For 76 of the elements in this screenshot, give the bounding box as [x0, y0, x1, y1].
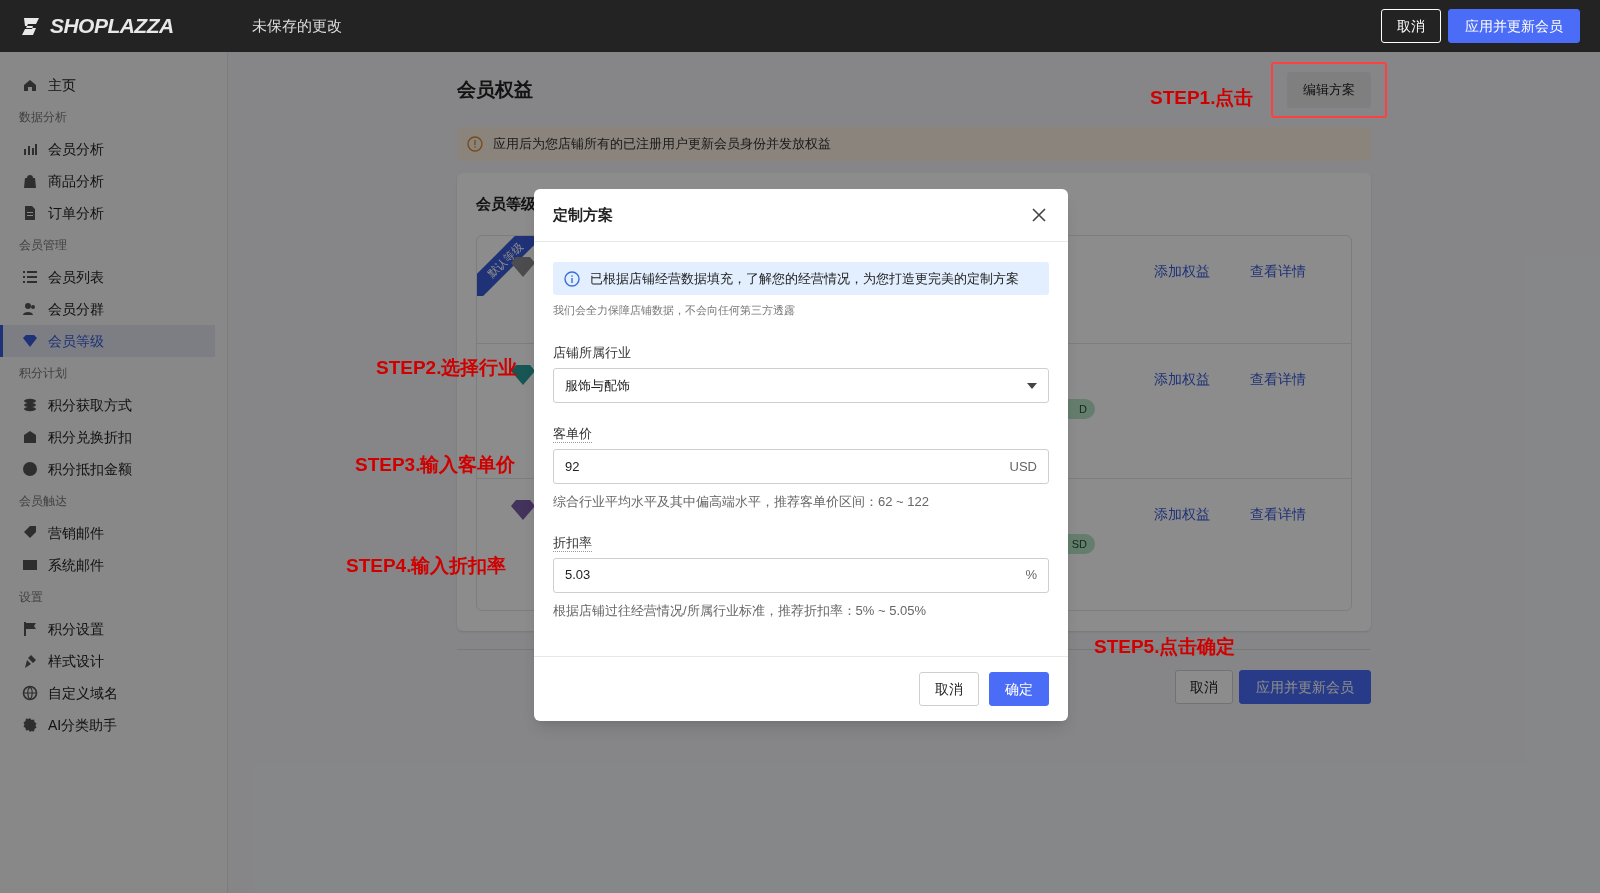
step-annotation: STEP3.输入客单价 — [355, 453, 516, 477]
section-heading: 会员管理 — [18, 237, 68, 254]
caret-icon — [1027, 382, 1037, 389]
privacy-note: 我们会全力保障店铺数据，不会向任何第三方透露 — [553, 303, 796, 318]
input-field[interactable]: 5.03 % — [553, 557, 1049, 593]
cancel-button[interactable]: 取消 — [1381, 9, 1441, 43]
sidebar-item[interactable]: 积分兑换折扣 — [0, 421, 215, 453]
edit-plan-button[interactable]: 编辑方案 — [1287, 72, 1371, 108]
sidebar-item[interactable]: AI分类助手 — [0, 709, 215, 741]
settings-icon — [22, 717, 38, 733]
bar-chart-icon — [22, 141, 38, 157]
info-text: 已根据店铺经营数据填充，了解您的经营情况，为您打造更完美的定制方案 — [590, 269, 1019, 288]
dialog-title: 定制方案 — [553, 204, 613, 225]
sidebar-item[interactable]: 自定义域名 — [0, 677, 215, 709]
step-annotation: STEP4.输入折扣率 — [346, 554, 507, 578]
section-heading: 设置 — [18, 589, 44, 606]
cancel-button[interactable]: 取消 — [919, 672, 979, 706]
sidebar-item[interactable]: 会员等级 — [0, 325, 215, 357]
stack-icon — [22, 397, 38, 413]
view-details-link[interactable]: 查看详情 — [1250, 504, 1306, 525]
sidebar-item[interactable]: 商品分析 — [0, 165, 215, 197]
sidebar-item[interactable]: 系统邮件 — [0, 549, 215, 581]
add-benefit-link[interactable]: 添加权益 — [1154, 261, 1210, 282]
sidebar-item[interactable]: 积分获取方式 — [0, 389, 215, 421]
logo-text: SHOPLAZZA — [50, 13, 174, 40]
card-title: 会员等级 — [476, 194, 536, 214]
unit-suffix: % — [1025, 566, 1037, 585]
section-heading: 数据分析 — [18, 109, 68, 126]
sidebar-item[interactable]: 积分抵扣金额 — [0, 453, 215, 485]
section-heading: 会员触达 — [18, 493, 68, 510]
logo-icon — [20, 15, 42, 37]
section-heading: 积分计划 — [18, 365, 68, 382]
sidebar-item[interactable]: 营销邮件 — [0, 517, 215, 549]
sidebar-item[interactable]: 主页 — [0, 69, 215, 101]
apply-button[interactable]: 应用并更新会员 — [1239, 670, 1371, 704]
confirm-button[interactable]: 确定 — [989, 672, 1049, 706]
close-icon — [1032, 208, 1046, 222]
flag-icon — [22, 621, 38, 637]
page-title: 会员权益 — [457, 77, 533, 102]
bag-icon — [22, 173, 38, 189]
home-icon — [22, 77, 38, 93]
view-details-link[interactable]: 查看详情 — [1250, 261, 1306, 282]
step-annotation: STEP2.选择行业 — [376, 356, 518, 380]
sidebar-item[interactable]: 会员分群 — [0, 293, 215, 325]
step-annotation: STEP5.点击确定 — [1094, 635, 1236, 659]
view-details-link[interactable]: 查看详情 — [1250, 369, 1306, 390]
step-annotation: STEP1.点击 — [1150, 86, 1254, 110]
sidebar-item[interactable]: 积分设置 — [0, 613, 215, 645]
document-icon — [22, 205, 38, 221]
industry-select[interactable]: 服饰与配饰 — [553, 368, 1049, 403]
sidebar-item[interactable]: 订单分析 — [0, 197, 215, 229]
field-label: 折扣率 — [553, 533, 592, 552]
input-field[interactable]: 92 USD — [553, 449, 1049, 484]
help-text: 根据店铺过往经营情况/所属行业标准，推荐折扣率：5% ~ 5.05% — [553, 601, 928, 620]
info-icon — [564, 270, 580, 287]
list-icon — [22, 269, 38, 285]
apply-button[interactable]: 应用并更新会员 — [1448, 9, 1580, 43]
unit-suffix: USD — [1009, 457, 1037, 476]
notice-text: 应用后为您店铺所有的已注册用户更新会员身份并发放权益 — [493, 135, 831, 154]
help-text: 综合行业平均水平及其中偏高端水平，推荐客单价区间：62 ~ 122 — [553, 493, 930, 511]
globe-icon — [22, 685, 38, 701]
cancel-button[interactable]: 取消 — [1175, 670, 1233, 704]
diamond-icon — [510, 499, 536, 521]
brush-icon — [22, 653, 38, 669]
sidebar-item[interactable]: 样式设计 — [0, 645, 215, 677]
tag-icon — [22, 525, 38, 541]
unsaved-title: 未保存的更改 — [252, 15, 343, 36]
field-label: 店铺所属行业 — [553, 343, 632, 362]
add-benefit-link[interactable]: 添加权益 — [1154, 369, 1210, 390]
diamond-icon — [22, 333, 38, 349]
users-icon — [22, 301, 38, 317]
add-benefit-link[interactable]: 添加权益 — [1154, 504, 1210, 525]
sidebar-item[interactable]: 会员分析 — [0, 133, 215, 165]
field-label: 客单价 — [553, 425, 592, 443]
sidebar-item[interactable]: 会员列表 — [0, 261, 215, 293]
warning-icon — [467, 136, 483, 152]
